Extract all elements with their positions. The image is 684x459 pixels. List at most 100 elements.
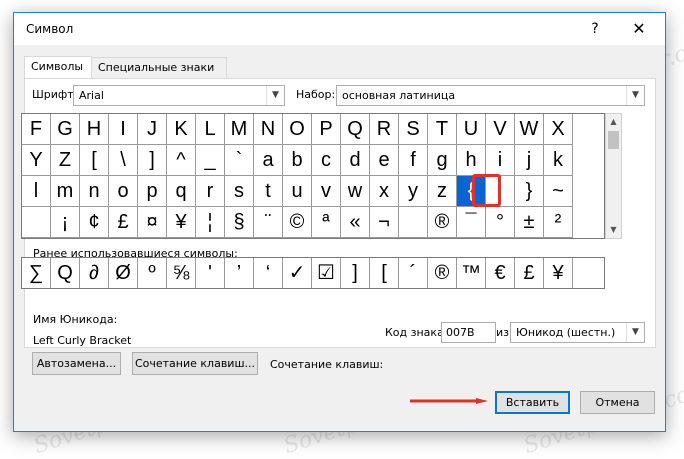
symbol-cell[interactable]: P [312,114,341,145]
symbol-cell[interactable]: ] [138,145,167,176]
chevron-down-icon[interactable]: ▼ [626,86,644,105]
symbol-cell[interactable]: i [486,145,515,176]
insert-button[interactable]: Вставить [495,391,570,414]
recent-symbol-cell[interactable]: ´ [399,258,428,288]
symbol-cell[interactable]: c [312,145,341,176]
symbol-cell[interactable]: ± [515,207,544,238]
symbol-cell[interactable]: e [370,145,399,176]
symbol-cell[interactable]: « [341,207,370,238]
symbol-cell[interactable]: l [22,176,51,207]
symbol-cell[interactable]: H [80,114,109,145]
recent-symbol-cell[interactable]: ☑ [312,258,341,288]
recent-symbol-cell[interactable]: € [486,258,515,288]
symbol-cell[interactable]: u [283,176,312,207]
symbol-cell[interactable]: ¢ [80,207,109,238]
recent-symbol-cell[interactable]: ] [341,258,370,288]
symbol-cell[interactable]: q [167,176,196,207]
symbol-cell[interactable]: j [515,145,544,176]
symbol-cell[interactable]: p [138,176,167,207]
recent-symbol-cell[interactable]: ’ [225,258,254,288]
chevron-down-icon[interactable]: ▼ [626,323,644,342]
recent-symbol-cell[interactable]: £ [515,258,544,288]
symbol-cell[interactable]: w [341,176,370,207]
symbol-cell[interactable]: m [51,176,80,207]
symbol-cell[interactable]: Y [22,145,51,176]
symbol-cell[interactable]: v [312,176,341,207]
char-code-input[interactable]: 007B [441,322,496,343]
symbol-cell[interactable]: ª [312,207,341,238]
recent-symbol-cell[interactable]: º [138,258,167,288]
recent-symbol-cell[interactable]: ¥ [544,258,573,288]
symbol-cell[interactable]: £ [109,207,138,238]
symbol-cell[interactable]: J [138,114,167,145]
scroll-down-icon[interactable]: ▼ [606,222,621,238]
symbol-cell[interactable]: ^ [167,145,196,176]
symbol-cell[interactable]: Z [51,145,80,176]
symbol-cell[interactable]: f [399,145,428,176]
symbol-cell[interactable]: ¤ [138,207,167,238]
recent-symbol-cell[interactable]: Q [51,258,80,288]
symbol-cell[interactable]: § [225,207,254,238]
symbol-cell[interactable]: S [399,114,428,145]
symbol-cell[interactable] [399,207,428,238]
tab-special-characters[interactable]: Специальные знаки [91,57,227,78]
symbol-cell[interactable]: b [283,145,312,176]
symbol-cell[interactable]: G [51,114,80,145]
recent-symbol-cell[interactable]: [ [370,258,399,288]
shortcut-key-button[interactable]: Сочетание клавиш... [132,352,258,375]
symbol-cell[interactable]: k [544,145,573,176]
symbol-cell[interactable]: I [109,114,138,145]
symbol-cell[interactable]: a [254,145,283,176]
cancel-button[interactable]: Отмена [580,391,655,414]
recent-symbol-cell[interactable]: ✓ [283,258,312,288]
symbol-cell[interactable]: T [428,114,457,145]
recent-symbol-cell[interactable]: ' [196,258,225,288]
symbol-cell[interactable]: ¨ [254,207,283,238]
font-select[interactable]: Arial ▼ [73,85,285,106]
recent-symbols-grid[interactable]: ∑ Q ∂ Øº ⅝ '’ ‘✓ ☑][´ ® ™ € £ ¥ [21,257,605,289]
symbol-cell[interactable]: ¥ [167,207,196,238]
tab-symbols[interactable]: Символы [24,56,92,79]
recent-symbol-cell[interactable]: ∑ [22,258,51,288]
recent-symbol-cell[interactable]: Ø [109,258,138,288]
recent-symbol-cell[interactable]: ‘ [254,258,283,288]
symbol-cell[interactable]: N [254,114,283,145]
symbol-cell[interactable]: ¡ [51,207,80,238]
symbol-cell[interactable]: ¬ [370,207,399,238]
symbol-cell[interactable]: ¯ [457,207,486,238]
scroll-up-icon[interactable]: ▲ [606,114,621,130]
recent-symbol-cell[interactable]: ® [428,258,457,288]
symbol-cell[interactable]: K [167,114,196,145]
symbol-cell[interactable]: o [109,176,138,207]
symbol-cell[interactable]: O [283,114,312,145]
symbol-cell[interactable]: t [254,176,283,207]
close-button[interactable]: ✕ [619,17,659,41]
symbol-cell[interactable]: z [428,176,457,207]
symbol-cell[interactable]: © [283,207,312,238]
symbol-cell[interactable]: ~ [544,176,573,207]
symbol-cell[interactable]: ² [544,207,573,238]
recent-symbol-cell[interactable]: ™ [457,258,486,288]
help-button[interactable]: ? [580,17,610,41]
symbol-cell[interactable]: ° [486,207,515,238]
symbol-cell[interactable]: r [196,176,225,207]
symbol-cell[interactable]: g [428,145,457,176]
symbol-cell[interactable]: F [22,114,51,145]
symbol-cell[interactable]: \ [109,145,138,176]
symbol-cell[interactable]: x [370,176,399,207]
symbol-cell[interactable]: ® [428,207,457,238]
symbol-cell[interactable]: V [486,114,515,145]
from-select[interactable]: Юникод (шестн.) ▼ [510,322,645,343]
symbol-cell[interactable]: R [370,114,399,145]
symbol-cell[interactable]: y [399,176,428,207]
symbol-cell[interactable]: h [457,145,486,176]
recent-symbol-cell[interactable]: ⅝ [167,258,196,288]
symbol-cell[interactable]: W [515,114,544,145]
symbol-cell[interactable]: d [341,145,370,176]
chevron-down-icon[interactable]: ▼ [266,86,284,105]
symbol-cell[interactable]: _ [196,145,225,176]
symbol-grid[interactable]: F G H I J K L M N O P Q R S T U V W X Y Z[\] ^ _ ` a b c d e f g h i j k l m… [21,113,605,239]
symbol-cell[interactable] [22,207,51,238]
symbol-cell[interactable]: s [225,176,254,207]
autocorrect-button[interactable]: Автозамена... [32,352,121,375]
